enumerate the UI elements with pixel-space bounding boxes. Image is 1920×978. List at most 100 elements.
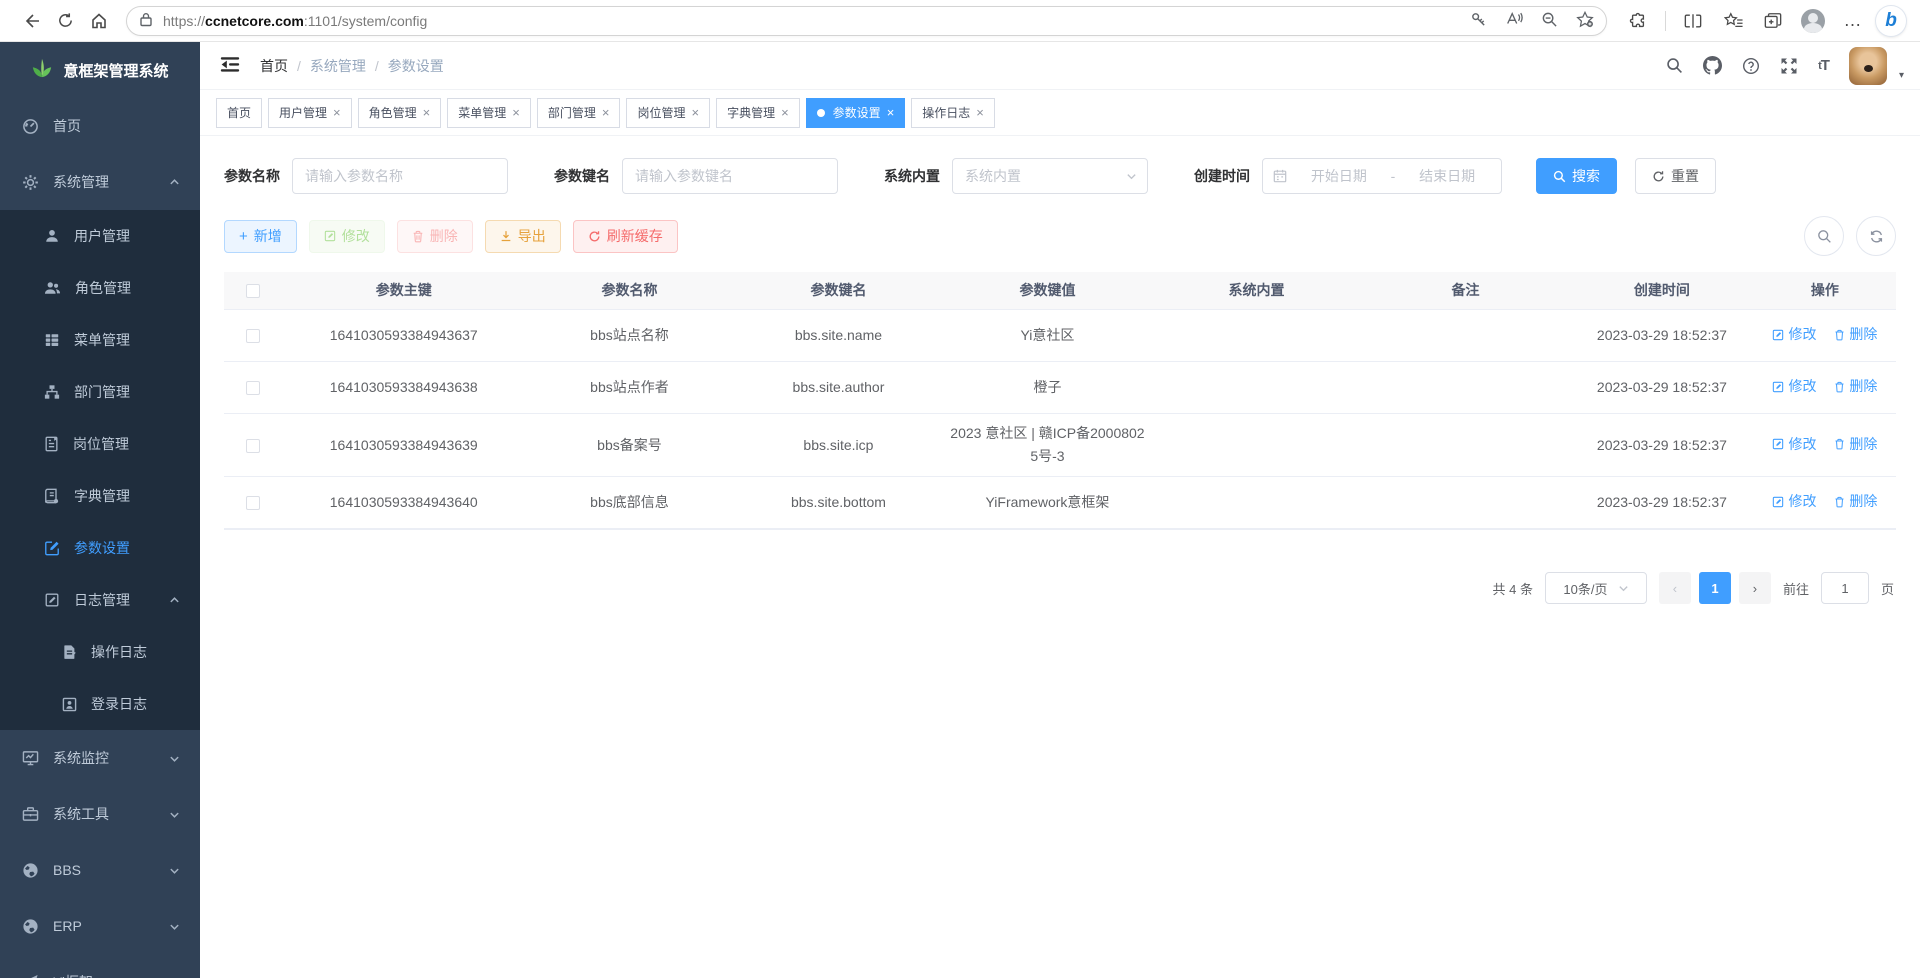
- sidebar-item-label: 首页: [53, 116, 180, 136]
- row-checkbox[interactable]: [246, 496, 260, 510]
- row-edit-button[interactable]: 修改: [1772, 323, 1816, 346]
- tab-role-management[interactable]: 角色管理×: [358, 98, 442, 128]
- sidebar-item-operation-log[interactable]: 操作日志: [0, 626, 200, 678]
- add-button[interactable]: +新增: [224, 220, 297, 253]
- row-delete-button[interactable]: 删除: [1834, 433, 1877, 456]
- help-icon[interactable]: [1742, 57, 1760, 75]
- browser-profile-icon[interactable]: [1796, 6, 1830, 36]
- browser-more-icon[interactable]: …: [1836, 6, 1870, 36]
- add-favorite-star-icon[interactable]: [1576, 11, 1594, 31]
- table-row: 1641030593384943640 bbs底部信息 bbs.site.bot…: [224, 477, 1896, 529]
- sidebar-item-home[interactable]: 首页: [0, 98, 200, 154]
- tab-close-icon[interactable]: ×: [691, 106, 699, 119]
- sidebar-item-log-management[interactable]: 日志管理: [0, 574, 200, 626]
- end-date-placeholder[interactable]: 结束日期: [1403, 166, 1491, 186]
- sidebar-item-parameter-settings[interactable]: 参数设置: [0, 522, 200, 574]
- row-checkbox[interactable]: [246, 381, 260, 395]
- sidebar-item-dictionary-management[interactable]: 字典管理: [0, 470, 200, 522]
- row-edit-button[interactable]: 修改: [1772, 375, 1816, 398]
- tab-close-icon[interactable]: ×: [512, 106, 520, 119]
- sidebar-item-department-management[interactable]: 部门管理: [0, 366, 200, 418]
- sidebar-item-label: Yi框架: [53, 972, 180, 978]
- tab-close-icon[interactable]: ×: [333, 106, 341, 119]
- pagination: 共 4 条 10条/页 ‹ 1 › 前往 页: [224, 572, 1896, 604]
- row-edit-button[interactable]: 修改: [1772, 433, 1816, 456]
- next-page-button[interactable]: ›: [1739, 572, 1771, 604]
- row-delete-button[interactable]: 删除: [1834, 375, 1877, 398]
- goto-page-input[interactable]: [1821, 572, 1869, 604]
- extensions-icon[interactable]: [1621, 6, 1655, 36]
- tab-operation-log[interactable]: 操作日志×: [911, 98, 995, 128]
- tab-close-icon[interactable]: ×: [887, 106, 895, 119]
- collections-icon[interactable]: [1756, 6, 1790, 36]
- table-search-toggle-icon[interactable]: [1804, 216, 1844, 256]
- table-refresh-icon[interactable]: [1856, 216, 1896, 256]
- url-text[interactable]: https://ccnetcore.com:1101/system/config: [163, 13, 1470, 29]
- row-checkbox[interactable]: [246, 439, 260, 453]
- tab-user-management[interactable]: 用户管理×: [268, 98, 352, 128]
- split-screen-icon[interactable]: [1676, 6, 1710, 36]
- copilot-bing-icon[interactable]: b: [1876, 6, 1906, 36]
- tab-close-icon[interactable]: ×: [976, 106, 984, 119]
- address-bar[interactable]: https://ccnetcore.com:1101/system/config: [126, 6, 1607, 36]
- row-checkbox[interactable]: [246, 329, 260, 343]
- select-all-checkbox[interactable]: [246, 284, 260, 298]
- avatar-caret-icon[interactable]: ▾: [1899, 70, 1904, 85]
- page-number-button[interactable]: 1: [1699, 572, 1731, 604]
- refresh-cache-button[interactable]: 刷新缓存: [573, 220, 678, 253]
- param-name-input[interactable]: [292, 158, 508, 194]
- row-delete-button[interactable]: 删除: [1834, 490, 1877, 513]
- header-search-icon[interactable]: [1666, 57, 1683, 74]
- sidebar-item-system-management[interactable]: 系统管理: [0, 154, 200, 210]
- sidebar-item-login-log[interactable]: 登录日志: [0, 678, 200, 730]
- password-key-icon[interactable]: [1470, 11, 1487, 31]
- row-edit-button[interactable]: 修改: [1772, 490, 1816, 513]
- sidebar-item-user-management[interactable]: 用户管理: [0, 210, 200, 262]
- start-date-placeholder[interactable]: 开始日期: [1295, 166, 1383, 186]
- tab-post-management[interactable]: 岗位管理×: [626, 98, 710, 128]
- tab-home[interactable]: 首页: [216, 98, 262, 128]
- tab-close-icon[interactable]: ×: [781, 106, 789, 119]
- browser-back-icon[interactable]: [14, 6, 48, 36]
- search-button[interactable]: 搜索: [1536, 158, 1617, 194]
- reset-button[interactable]: 重置: [1635, 158, 1716, 194]
- tab-parameter-settings[interactable]: 参数设置×: [806, 98, 906, 128]
- sidebar-item-erp[interactable]: ERP: [0, 898, 200, 954]
- sidebar-item-post-management[interactable]: 岗位管理: [0, 418, 200, 470]
- row-delete-button[interactable]: 删除: [1834, 323, 1877, 346]
- sidebar-item-bbs[interactable]: BBS: [0, 842, 200, 898]
- param-key-input[interactable]: [622, 158, 838, 194]
- breadcrumb-item-system[interactable]: 系统管理: [310, 56, 366, 76]
- user-avatar[interactable]: [1849, 47, 1887, 85]
- tab-dictionary-management[interactable]: 字典管理×: [716, 98, 800, 128]
- zoom-out-icon[interactable]: [1541, 11, 1558, 31]
- edit-button[interactable]: 修改: [309, 220, 385, 253]
- pagination-total: 共 4 条: [1493, 579, 1533, 598]
- favorites-bar-icon[interactable]: [1716, 6, 1750, 36]
- sidebar-item-yi-framework[interactable]: Yi框架: [0, 954, 200, 978]
- tab-close-icon[interactable]: ×: [423, 106, 431, 119]
- sidebar-item-system-monitor[interactable]: 系统监控: [0, 730, 200, 786]
- tab-menu-management[interactable]: 菜单管理×: [447, 98, 531, 128]
- tab-department-management[interactable]: 部门管理×: [537, 98, 621, 128]
- fullscreen-icon[interactable]: [1780, 57, 1798, 75]
- sidebar-item-system-tools[interactable]: 系统工具: [0, 786, 200, 842]
- lock-icon[interactable]: [139, 12, 153, 30]
- sidebar-toggle-icon[interactable]: [214, 50, 246, 82]
- browser-home-icon[interactable]: [82, 6, 116, 36]
- browser-refresh-icon[interactable]: [48, 6, 82, 36]
- read-aloud-icon[interactable]: [1505, 11, 1523, 30]
- github-icon[interactable]: [1703, 56, 1722, 75]
- font-size-icon[interactable]: tT: [1818, 57, 1829, 74]
- page-size-select[interactable]: 10条/页: [1545, 572, 1647, 604]
- builtin-select[interactable]: 系统内置: [952, 158, 1148, 194]
- sidebar-item-menu-management[interactable]: 菜单管理: [0, 314, 200, 366]
- sidebar-item-role-management[interactable]: 角色管理: [0, 262, 200, 314]
- table-toolbar: +新增 修改 删除 导出: [224, 216, 1896, 256]
- export-button[interactable]: 导出: [485, 220, 561, 253]
- tab-close-icon[interactable]: ×: [602, 106, 610, 119]
- prev-page-button[interactable]: ‹: [1659, 572, 1691, 604]
- breadcrumb-item-home[interactable]: 首页: [260, 56, 288, 76]
- date-range-picker[interactable]: 开始日期 - 结束日期: [1262, 158, 1502, 194]
- delete-button[interactable]: 删除: [397, 220, 473, 253]
